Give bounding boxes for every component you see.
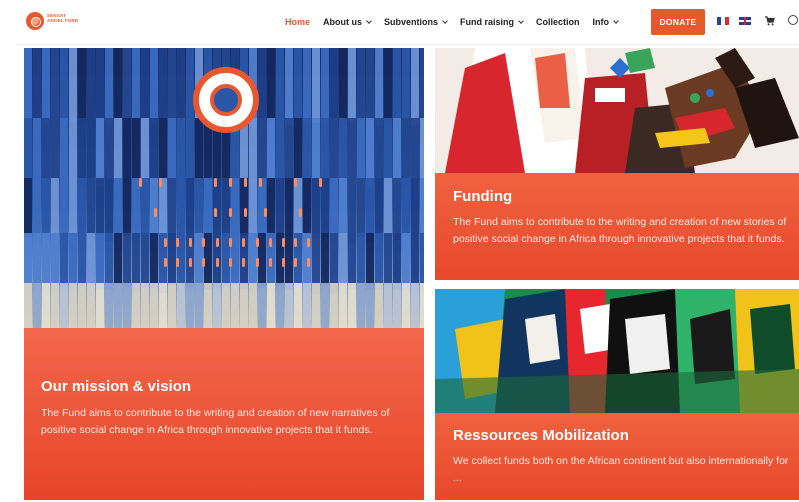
header-divider bbox=[16, 44, 799, 45]
flag-uk-icon[interactable] bbox=[739, 17, 751, 25]
site-logo[interactable]: SENSAT ANGEL FUND bbox=[26, 10, 78, 32]
ressources-artwork-image bbox=[435, 289, 799, 413]
nav-item-subventions[interactable]: Subventions bbox=[384, 17, 448, 27]
nav-item-collection[interactable]: Collection bbox=[536, 17, 580, 27]
funding-panel: Funding The Fund aims to contribute to t… bbox=[435, 173, 799, 280]
chevron-down-icon bbox=[442, 17, 448, 24]
nav-item-about-us[interactable]: About us bbox=[323, 17, 372, 27]
funding-text: The Fund aims to contribute to the writi… bbox=[453, 216, 787, 245]
ressources-title: Ressources Mobilization bbox=[453, 427, 629, 444]
cart-icon[interactable] bbox=[765, 16, 775, 26]
funding-artwork-image bbox=[435, 48, 799, 173]
mission-artwork-image bbox=[24, 48, 424, 328]
mission-title: Our mission & vision bbox=[41, 378, 192, 395]
donate-button[interactable]: DONATE bbox=[651, 9, 705, 35]
card-mission-vision[interactable]: Our mission & vision The Fund aims to co… bbox=[24, 48, 424, 500]
ressources-panel: Ressources Mobilization We collect funds… bbox=[435, 413, 799, 500]
logo-mark-icon bbox=[26, 12, 44, 30]
main-nav: Home About us Subventions Fund raising C… bbox=[285, 10, 631, 34]
nav-item-info[interactable]: Info bbox=[593, 17, 619, 27]
card-funding[interactable]: Funding The Fund aims to contribute to t… bbox=[435, 48, 799, 280]
mission-panel: Our mission & vision The Fund aims to co… bbox=[24, 328, 424, 500]
logo-text: SENSAT ANGEL FUND bbox=[47, 13, 79, 23]
chevron-down-icon bbox=[366, 17, 372, 24]
funding-title: Funding bbox=[453, 188, 513, 205]
chevron-down-icon bbox=[613, 17, 619, 24]
nav-item-home[interactable]: Home bbox=[285, 17, 310, 27]
mission-text: The Fund aims to contribute to the writi… bbox=[41, 407, 390, 436]
card-ressources-mobilization[interactable]: Ressources Mobilization We collect funds… bbox=[435, 289, 799, 500]
search-icon[interactable] bbox=[788, 15, 798, 25]
ressources-text: We collect funds both on the African con… bbox=[453, 455, 789, 484]
site-header: SENSAT ANGEL FUND Home About us Subventi… bbox=[0, 0, 799, 44]
chevron-down-icon bbox=[518, 17, 524, 24]
flag-fr-icon[interactable] bbox=[717, 17, 729, 25]
nav-item-fund-raising[interactable]: Fund raising bbox=[460, 17, 524, 27]
